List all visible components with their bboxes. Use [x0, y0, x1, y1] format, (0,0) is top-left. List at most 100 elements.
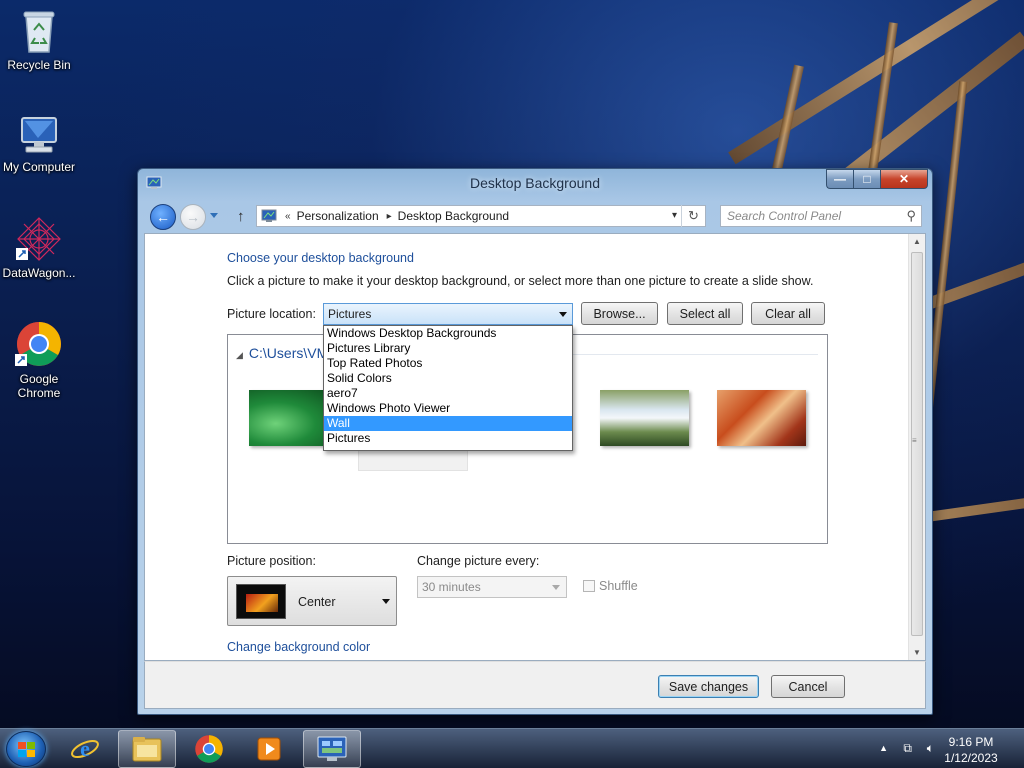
- volume-icon[interactable]: 🔈︎: [927, 741, 934, 756]
- change-every-label: Change picture every:: [417, 554, 540, 568]
- recent-pages-dropdown[interactable]: [210, 213, 218, 218]
- minimize-button[interactable]: —: [826, 169, 853, 189]
- taskbar-internet-explorer[interactable]: e: [56, 730, 114, 768]
- dropdown-option[interactable]: Top Rated Photos: [324, 356, 572, 371]
- dropdown-option[interactable]: Windows Photo Viewer: [324, 401, 572, 416]
- address-dropdown-icon[interactable]: ▾: [672, 210, 677, 221]
- cancel-button[interactable]: Cancel: [771, 675, 845, 698]
- taskbar-file-explorer[interactable]: [118, 730, 176, 768]
- breadcrumb-separator-icon[interactable]: ▸: [387, 211, 392, 222]
- scroll-up-arrow-icon[interactable]: ▲: [913, 237, 921, 246]
- vertical-scrollbar[interactable]: ▲ ≡ ▼: [908, 234, 925, 660]
- dialog-footer: Save changes Cancel: [144, 661, 926, 709]
- start-button[interactable]: [6, 731, 46, 767]
- control-panel-icon: [317, 736, 347, 761]
- folder-icon: [132, 737, 162, 762]
- desktop-icon-google-chrome[interactable]: Google Chrome: [0, 320, 78, 400]
- picture-position-select[interactable]: Center: [227, 576, 397, 626]
- dropdown-option-highlighted[interactable]: Wall: [324, 416, 572, 431]
- picture-position-value: Center: [298, 595, 336, 609]
- dropdown-option[interactable]: Windows Desktop Backgrounds: [324, 326, 572, 341]
- picture-location-label: Picture location:: [227, 307, 316, 321]
- address-bar[interactable]: « Personalization ▸ Desktop Background ▾…: [256, 205, 706, 227]
- chrome-icon: [15, 322, 61, 366]
- back-arrow-icon: ←: [156, 209, 170, 225]
- clear-all-button[interactable]: Clear all: [751, 302, 825, 325]
- recycle-bin-icon: [23, 11, 55, 53]
- desktop-icon-label: Recycle Bin: [7, 58, 71, 72]
- datawagon-icon: [16, 217, 61, 261]
- checkbox-box[interactable]: [583, 580, 595, 592]
- picture-group-header[interactable]: ◢ C:\Users\VM: [236, 345, 328, 361]
- breadcrumb-overflow[interactable]: «: [285, 211, 291, 222]
- navigation-bar: ← → ↑ « Personalization ▸ Desktop Backgr…: [144, 201, 926, 233]
- search-placeholder: Search Control Panel: [727, 209, 842, 223]
- back-button[interactable]: ←: [150, 204, 176, 230]
- clock-date: 1/12/2023: [944, 751, 998, 765]
- dropdown-option[interactable]: Pictures: [324, 431, 572, 446]
- show-hidden-icons-icon[interactable]: ▲: [879, 743, 888, 753]
- breadcrumb-desktop-background[interactable]: Desktop Background: [398, 209, 509, 223]
- picture-location-select[interactable]: Pictures: [323, 303, 573, 325]
- page-heading: Choose your desktop background: [227, 251, 414, 265]
- scrollbar-grip-icon: ≡: [912, 436, 917, 445]
- picture-position-label: Picture position:: [227, 554, 316, 568]
- picture-thumbnail-canyon[interactable]: [717, 390, 806, 446]
- up-button[interactable]: ↑: [237, 208, 245, 225]
- control-panel-icon: [261, 209, 277, 222]
- forward-arrow-icon: →: [186, 209, 200, 225]
- network-icon[interactable]: ⧉: [903, 741, 912, 756]
- windows-logo-icon: [18, 742, 36, 758]
- select-all-button[interactable]: Select all: [667, 302, 743, 325]
- svg-text:e: e: [80, 736, 90, 761]
- position-preview-icon: [236, 584, 286, 619]
- desktop-icon-label: Google Chrome: [17, 372, 61, 400]
- media-player-icon: [257, 737, 281, 761]
- shuffle-checkbox[interactable]: Shuffle: [583, 579, 638, 593]
- content-area: Choose your desktop background Click a p…: [144, 233, 926, 661]
- chevron-down-icon: [552, 585, 560, 590]
- close-button[interactable]: ✕: [880, 169, 928, 189]
- desktop-icon-label: My Computer: [2, 160, 76, 174]
- collapse-arrow-icon[interactable]: ◢: [236, 350, 243, 360]
- instruction-text: Click a picture to make it your desktop …: [227, 274, 814, 288]
- refresh-button[interactable]: ↻: [681, 205, 705, 227]
- search-input[interactable]: Search Control Panel ⚲: [720, 205, 922, 227]
- save-changes-button[interactable]: Save changes: [658, 675, 759, 698]
- forward-button[interactable]: →: [180, 204, 206, 230]
- dropdown-option[interactable]: aero7: [324, 386, 572, 401]
- picture-location-value: Pictures: [328, 307, 372, 321]
- picture-thumbnail-waterfall[interactable]: [600, 390, 689, 446]
- desktop-background-window: Desktop Background — □ ✕ ← → ↑ « Persona…: [137, 168, 933, 715]
- title-bar[interactable]: Desktop Background — □ ✕: [138, 169, 932, 199]
- caption-buttons: — □ ✕: [826, 169, 928, 189]
- dropdown-option[interactable]: Solid Colors: [324, 371, 572, 386]
- clock-time: 9:16 PM: [948, 735, 994, 749]
- chrome-icon: [195, 735, 223, 763]
- chevron-down-icon: [559, 312, 567, 317]
- desktop-icon-my-computer[interactable]: My Computer: [0, 114, 78, 174]
- desktop-icon-label: DataWagon...: [2, 266, 76, 280]
- preview-image: [246, 594, 278, 612]
- change-every-select[interactable]: 30 minutes: [417, 576, 567, 598]
- internet-explorer-icon: e: [71, 736, 99, 761]
- picture-location-dropdown[interactable]: Windows Desktop Backgrounds Pictures Lib…: [323, 325, 573, 451]
- maximize-button[interactable]: □: [853, 169, 880, 189]
- change-background-color-link[interactable]: Change background color: [227, 640, 370, 654]
- clock[interactable]: 9:16 PM 1/12/2023: [936, 734, 1006, 766]
- taskbar-media-player[interactable]: [240, 730, 298, 768]
- computer-icon: [21, 117, 57, 153]
- breadcrumb-personalization[interactable]: Personalization: [297, 209, 379, 223]
- scroll-down-arrow-icon[interactable]: ▼: [913, 648, 921, 657]
- browse-button[interactable]: Browse...: [581, 302, 658, 325]
- dropdown-option[interactable]: Pictures Library: [324, 341, 572, 356]
- taskbar: e ▲ ⧉ 🔈︎ 9:16 PM 1/12/2023: [0, 728, 1024, 768]
- picture-group-path: C:\Users\VM: [248, 345, 329, 361]
- change-every-value: 30 minutes: [422, 580, 481, 594]
- desktop-icon-recycle-bin[interactable]: Recycle Bin: [0, 8, 78, 72]
- group-divider: [568, 354, 818, 355]
- desktop-icon-datawagon[interactable]: DataWagon...: [0, 216, 78, 280]
- search-icon[interactable]: ⚲: [906, 208, 916, 224]
- taskbar-google-chrome[interactable]: [180, 730, 238, 768]
- taskbar-control-panel[interactable]: [303, 730, 361, 768]
